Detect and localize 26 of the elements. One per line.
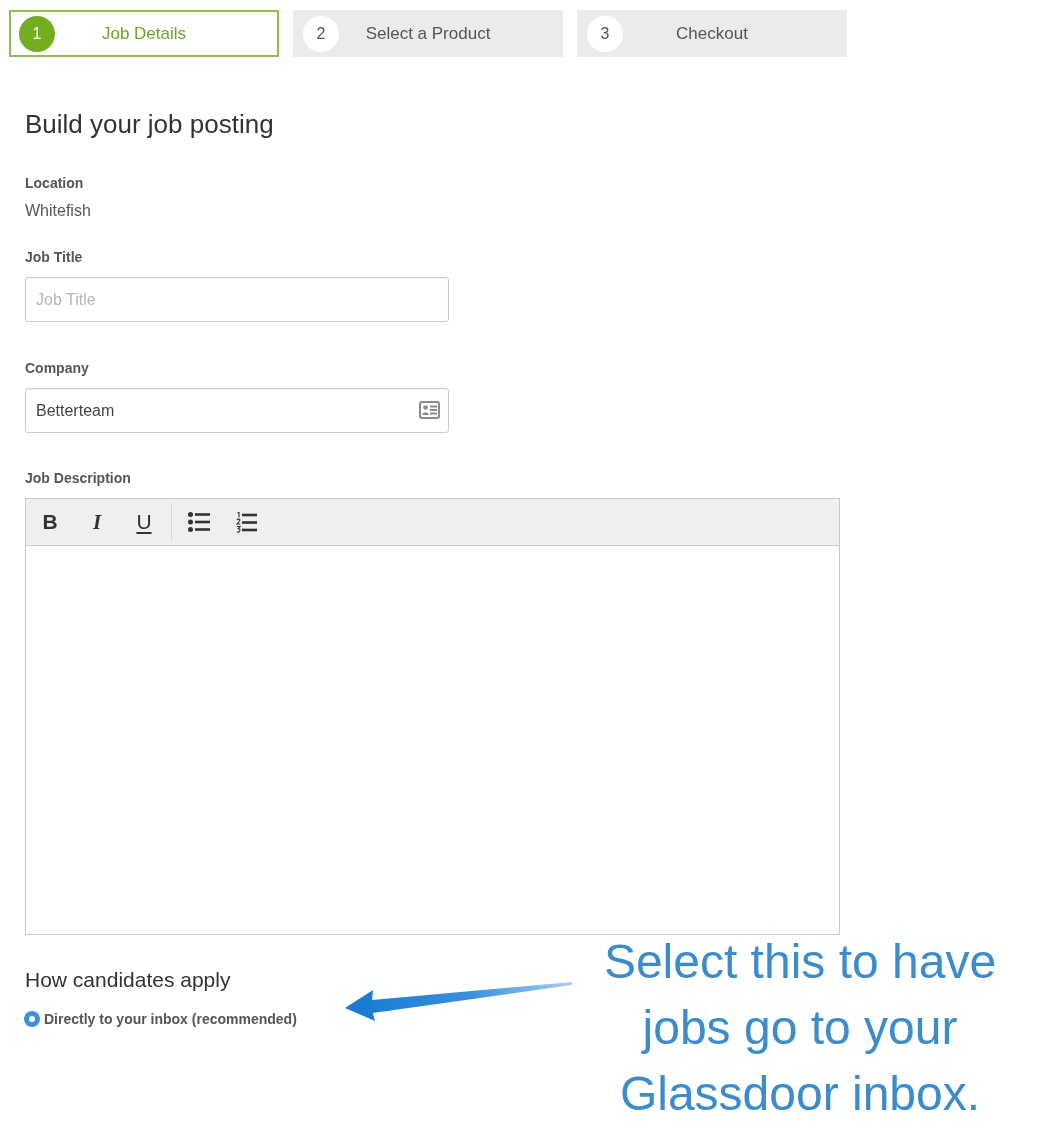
step-number: 3 — [587, 15, 623, 52]
location-value: Whitefish — [25, 202, 91, 220]
step-tab[interactable]: 3 Checkout — [577, 10, 847, 57]
field-label: Job Title — [25, 249, 83, 265]
option-label: Directly to your inbox (recommended) — [44, 1011, 297, 1027]
step-label: Checkout — [676, 23, 748, 44]
underline-button[interactable]: U — [124, 504, 164, 540]
company-field[interactable]: Betterteam — [25, 388, 449, 433]
bullet-list-icon — [188, 512, 210, 532]
step-number: 1 — [19, 15, 55, 52]
contact-card-icon — [419, 401, 440, 419]
bold-button[interactable]: B — [30, 504, 70, 540]
field-label: Company — [25, 360, 89, 376]
page-heading: Build your job posting — [25, 109, 274, 139]
step-label: Select a Product — [365, 23, 491, 44]
section-heading: How candidates apply — [25, 967, 231, 993]
field-label: Job Description — [25, 470, 131, 486]
italic-button[interactable]: I — [77, 504, 117, 540]
numbered-list-icon — [235, 511, 257, 533]
callout-text: Select this to have jobs go to your Glassdoor inbox. — [602, 934, 998, 1122]
field-label: Location — [25, 175, 84, 191]
step-number: 2 — [303, 15, 339, 52]
step-tab[interactable]: 2 Select a Product — [293, 10, 563, 57]
radio-button[interactable] — [24, 1011, 40, 1027]
job-title-field[interactable]: Job Title — [25, 277, 449, 322]
step-label: Job Details — [101, 23, 187, 44]
